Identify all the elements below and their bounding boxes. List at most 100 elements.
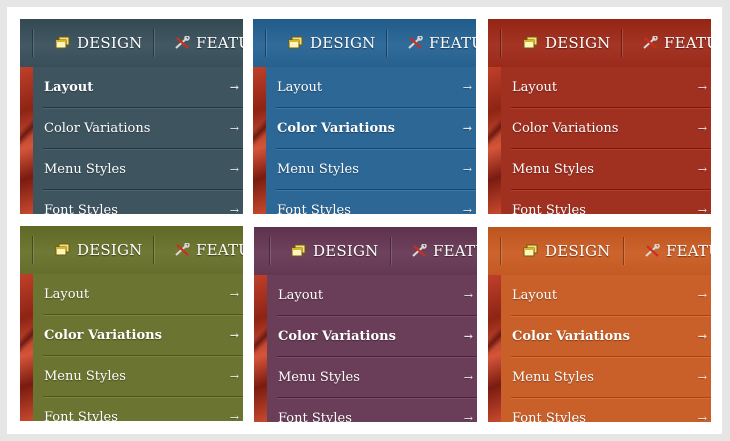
menu-item-font-styles[interactable]: Font Styles → bbox=[266, 190, 476, 214]
menu-item-color-variations[interactable]: Color Variations → bbox=[33, 108, 243, 149]
arrow-right-icon: → bbox=[229, 329, 239, 342]
nav-separator bbox=[390, 237, 391, 265]
menu-panel-slate: DESIGN FEATU Layout → Color Variations → M… bbox=[20, 19, 243, 214]
background-image-strip bbox=[20, 274, 33, 421]
nav-separator bbox=[153, 29, 154, 57]
menu-item-layout[interactable]: Layout → bbox=[33, 67, 243, 108]
top-navigation-bar: DESIGN FEATU bbox=[488, 227, 711, 275]
tab-features-label: FEATU bbox=[433, 242, 477, 260]
window-icon bbox=[288, 36, 304, 50]
menu-item-menu-styles[interactable]: Menu Styles → bbox=[267, 357, 477, 398]
menu-item-label: Layout bbox=[277, 80, 323, 95]
window-icon bbox=[523, 244, 539, 258]
menu-panel-orange: DESIGN FEATU Layout → Color Variations → M… bbox=[488, 227, 711, 422]
background-image-strip bbox=[20, 67, 33, 214]
menu-item-label: Layout bbox=[278, 288, 324, 303]
arrow-right-icon: → bbox=[697, 371, 707, 384]
window-icon bbox=[523, 36, 539, 50]
nav-separator bbox=[623, 237, 624, 265]
arrow-right-icon: → bbox=[462, 81, 472, 94]
menu-item-layout[interactable]: Layout → bbox=[501, 67, 711, 108]
menu-item-font-styles[interactable]: Font Styles → bbox=[33, 397, 243, 421]
menu-item-layout[interactable]: Layout → bbox=[501, 275, 711, 316]
menu-panel-blue: DESIGN FEATU Layout → Color Variations → M… bbox=[253, 19, 476, 214]
menu-item-label: Color Variations bbox=[277, 121, 395, 136]
menu-item-font-styles[interactable]: Font Styles → bbox=[501, 398, 711, 422]
tab-design[interactable]: DESIGN bbox=[523, 227, 611, 275]
tools-icon bbox=[407, 36, 423, 50]
arrow-right-icon: → bbox=[229, 122, 239, 135]
tab-features[interactable]: FEATU bbox=[407, 19, 476, 67]
menu-item-layout[interactable]: Layout → bbox=[266, 67, 476, 108]
nav-separator bbox=[621, 29, 622, 57]
menu-item-label: Font Styles bbox=[277, 203, 351, 214]
menu-item-label: Font Styles bbox=[512, 203, 586, 214]
top-navigation-bar: DESIGN FEATU bbox=[253, 19, 476, 67]
dropdown-menu: Layout → Color Variations → Menu Styles → F… bbox=[501, 275, 711, 422]
menu-item-font-styles[interactable]: Font Styles → bbox=[33, 190, 243, 214]
menu-item-label: Menu Styles bbox=[512, 370, 594, 385]
tab-design-label: DESIGN bbox=[313, 242, 379, 260]
tab-design[interactable]: DESIGN bbox=[55, 19, 143, 67]
tab-features[interactable]: FEATU bbox=[644, 227, 711, 275]
menu-item-menu-styles[interactable]: Menu Styles → bbox=[501, 357, 711, 398]
tab-design[interactable]: DESIGN bbox=[55, 226, 143, 274]
menu-panel-olive: DESIGN FEATU Layout → Color Variations → M… bbox=[20, 226, 243, 421]
arrow-right-icon: → bbox=[463, 371, 473, 384]
arrow-right-icon: → bbox=[462, 204, 472, 214]
menu-item-label: Color Variations bbox=[44, 328, 162, 343]
menu-item-label: Layout bbox=[44, 80, 94, 95]
arrow-right-icon: → bbox=[462, 163, 472, 176]
window-icon bbox=[55, 243, 71, 257]
tab-design[interactable]: DESIGN bbox=[288, 19, 376, 67]
arrow-right-icon: → bbox=[463, 412, 473, 422]
menu-item-label: Layout bbox=[512, 288, 558, 303]
menu-item-label: Menu Styles bbox=[44, 162, 126, 177]
menu-item-menu-styles[interactable]: Menu Styles → bbox=[501, 149, 711, 190]
menu-item-color-variations[interactable]: Color Variations → bbox=[266, 108, 476, 149]
menu-item-font-styles[interactable]: Font Styles → bbox=[501, 190, 711, 214]
arrow-right-icon: → bbox=[697, 412, 707, 422]
nav-separator bbox=[32, 29, 33, 57]
tab-features[interactable]: FEATU bbox=[174, 19, 243, 67]
dropdown-menu: Layout → Color Variations → Menu Styles → F… bbox=[33, 67, 243, 214]
tab-features[interactable]: FEATU bbox=[411, 227, 477, 275]
menu-item-layout[interactable]: Layout → bbox=[33, 274, 243, 315]
tab-design[interactable]: DESIGN bbox=[523, 19, 611, 67]
menu-item-label: Color Variations bbox=[512, 121, 619, 136]
tab-design[interactable]: DESIGN bbox=[291, 227, 379, 275]
menu-item-label: Font Styles bbox=[512, 411, 586, 422]
menu-item-label: Menu Styles bbox=[277, 162, 359, 177]
arrow-right-icon: → bbox=[697, 289, 707, 302]
menu-item-label: Layout bbox=[44, 287, 90, 302]
arrow-right-icon: → bbox=[229, 370, 239, 383]
menu-item-layout[interactable]: Layout → bbox=[267, 275, 477, 316]
background-image-strip bbox=[254, 275, 267, 422]
menu-item-label: Font Styles bbox=[278, 411, 352, 422]
menu-item-color-variations[interactable]: Color Variations → bbox=[501, 316, 711, 357]
tab-features[interactable]: FEATU bbox=[174, 226, 243, 274]
menu-item-color-variations[interactable]: Color Variations → bbox=[33, 315, 243, 356]
menu-item-color-variations[interactable]: Color Variations → bbox=[501, 108, 711, 149]
arrow-right-icon: → bbox=[697, 204, 707, 214]
arrow-right-icon: → bbox=[463, 330, 473, 343]
window-icon bbox=[291, 244, 307, 258]
menu-item-menu-styles[interactable]: Menu Styles → bbox=[33, 356, 243, 397]
menu-item-label: Menu Styles bbox=[278, 370, 360, 385]
nav-separator bbox=[269, 237, 270, 265]
menu-item-font-styles[interactable]: Font Styles → bbox=[267, 398, 477, 422]
tools-icon bbox=[411, 244, 427, 258]
arrow-right-icon: → bbox=[463, 289, 473, 302]
arrow-right-icon: → bbox=[697, 330, 707, 343]
top-navigation-bar: DESIGN FEATU bbox=[20, 19, 243, 67]
window-icon bbox=[55, 36, 71, 50]
tools-icon bbox=[174, 36, 190, 50]
tools-icon bbox=[644, 244, 660, 258]
menu-item-color-variations[interactable]: Color Variations → bbox=[267, 316, 477, 357]
menu-item-menu-styles[interactable]: Menu Styles → bbox=[266, 149, 476, 190]
menu-item-label: Font Styles bbox=[44, 410, 118, 421]
menu-item-menu-styles[interactable]: Menu Styles → bbox=[33, 149, 243, 190]
tab-features[interactable]: FEATU bbox=[642, 19, 711, 67]
screenshot-frame: DESIGN FEATU Layout → Color Variations → M… bbox=[7, 7, 722, 434]
nav-separator bbox=[386, 29, 387, 57]
